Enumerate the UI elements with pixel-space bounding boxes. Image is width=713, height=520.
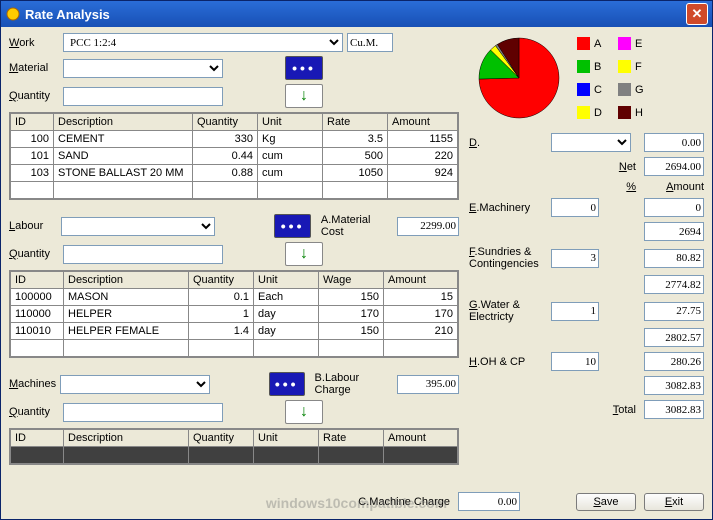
percent-label: % <box>626 181 636 193</box>
legend-item: C <box>577 79 602 100</box>
table-row: 103STONE BALLAST 20 MM0.88cum1050924 <box>11 165 458 182</box>
exit-button[interactable]: Exit <box>644 493 704 511</box>
dots-icon: ••• <box>281 218 305 234</box>
net-value[interactable] <box>644 157 704 176</box>
labour-add-button[interactable]: ↓ <box>285 242 323 266</box>
work-select[interactable]: PCC 1:2:4 <box>63 33 343 52</box>
labour-qty-input[interactable] <box>63 245 223 264</box>
dots-icon: ••• <box>275 376 299 392</box>
arrow-down-icon: ↓ <box>300 403 308 421</box>
subtotal-3[interactable] <box>644 328 704 347</box>
net-label: Net <box>619 161 636 173</box>
save-button[interactable]: Save <box>576 493 636 511</box>
legend-item: H <box>618 102 644 123</box>
machines-table[interactable]: ID Description Quantity Unit Rate Amount <box>9 428 459 465</box>
labour-select[interactable] <box>61 217 215 236</box>
legend-item: D <box>577 102 602 123</box>
table-row <box>11 182 458 199</box>
total-value[interactable] <box>644 400 704 419</box>
table-row: 100000MASON0.1Each15015 <box>11 289 458 306</box>
d-select[interactable] <box>551 133 631 152</box>
e-amount[interactable] <box>644 198 704 217</box>
machine-charge-value[interactable] <box>458 492 520 511</box>
table-row: 100CEMENT330Kg3.51155 <box>11 131 458 148</box>
material-add-button[interactable]: ↓ <box>285 84 323 108</box>
subtotal-4[interactable] <box>644 376 704 395</box>
labour-charge-label: B.Labour Charge <box>315 372 393 396</box>
window-title: Rate Analysis <box>25 7 110 22</box>
subtotal-2[interactable] <box>644 275 704 294</box>
g-label: G.Water & Electricty <box>469 299 547 323</box>
labour-table[interactable]: ID Description Quantity Unit Wage Amount… <box>9 270 459 358</box>
dots-icon: ••• <box>292 60 316 76</box>
table-row: 110010HELPER FEMALE1.4day150210 <box>11 323 458 340</box>
machines-lookup-button[interactable]: ••• <box>269 372 305 396</box>
d-label: D. <box>469 137 547 149</box>
quantity-label-mach: Quantity <box>9 406 59 418</box>
legend-item: A <box>577 33 602 54</box>
work-unit[interactable] <box>347 33 393 52</box>
h-amount[interactable] <box>644 352 704 371</box>
arrow-down-icon: ↓ <box>300 87 308 105</box>
table-row: 101SAND0.44cum500220 <box>11 148 458 165</box>
table-row <box>11 340 458 357</box>
h-percent[interactable] <box>551 352 599 371</box>
legend-item: B <box>577 56 602 77</box>
g-amount[interactable] <box>644 302 704 321</box>
material-lookup-button[interactable]: ••• <box>285 56 323 80</box>
close-button[interactable]: ✕ <box>686 3 708 25</box>
material-cost-label: A.Material Cost <box>321 214 393 238</box>
material-label: Material <box>9 62 59 74</box>
f-amount[interactable] <box>644 249 704 268</box>
titlebar: Rate Analysis ✕ <box>1 1 712 27</box>
e-label: E.Machinery <box>469 202 547 214</box>
machine-charge-label: C.Machine Charge <box>358 496 450 508</box>
machines-add-button[interactable]: ↓ <box>285 400 323 424</box>
total-label: Total <box>613 404 636 416</box>
material-select[interactable] <box>63 59 223 78</box>
quantity-label-lab: Quantity <box>9 248 59 260</box>
pie-chart <box>469 33 569 123</box>
machines-select[interactable] <box>60 375 210 394</box>
e-percent[interactable] <box>551 198 599 217</box>
g-percent[interactable] <box>551 302 599 321</box>
table-row <box>11 447 458 464</box>
app-icon <box>5 6 21 22</box>
legend-item: G <box>618 79 644 100</box>
labour-label: Labour <box>9 220 57 232</box>
labour-charge-value[interactable] <box>397 375 459 394</box>
machines-qty-input[interactable] <box>63 403 223 422</box>
arrow-down-icon: ↓ <box>300 245 308 263</box>
material-table[interactable]: ID Description Quantity Unit Rate Amount… <box>9 112 459 200</box>
material-cost-value[interactable] <box>397 217 459 236</box>
quantity-label-mat: Quantity <box>9 90 59 102</box>
f-label: F.Sundries & Contingencies <box>469 246 547 270</box>
d-value[interactable] <box>644 133 704 152</box>
work-label: Work <box>9 37 59 49</box>
chart-legend: AEBFCGDH <box>577 33 644 123</box>
table-row: 110000HELPER1day170170 <box>11 306 458 323</box>
material-qty-input[interactable] <box>63 87 223 106</box>
amount-label: Amount <box>666 181 704 193</box>
h-label: H.OH & CP <box>469 356 547 368</box>
legend-item: E <box>618 33 644 54</box>
subtotal-1[interactable] <box>644 222 704 241</box>
f-percent[interactable] <box>551 249 599 268</box>
machines-label: Machines <box>9 378 56 390</box>
labour-lookup-button[interactable]: ••• <box>274 214 311 238</box>
legend-item: F <box>618 56 644 77</box>
